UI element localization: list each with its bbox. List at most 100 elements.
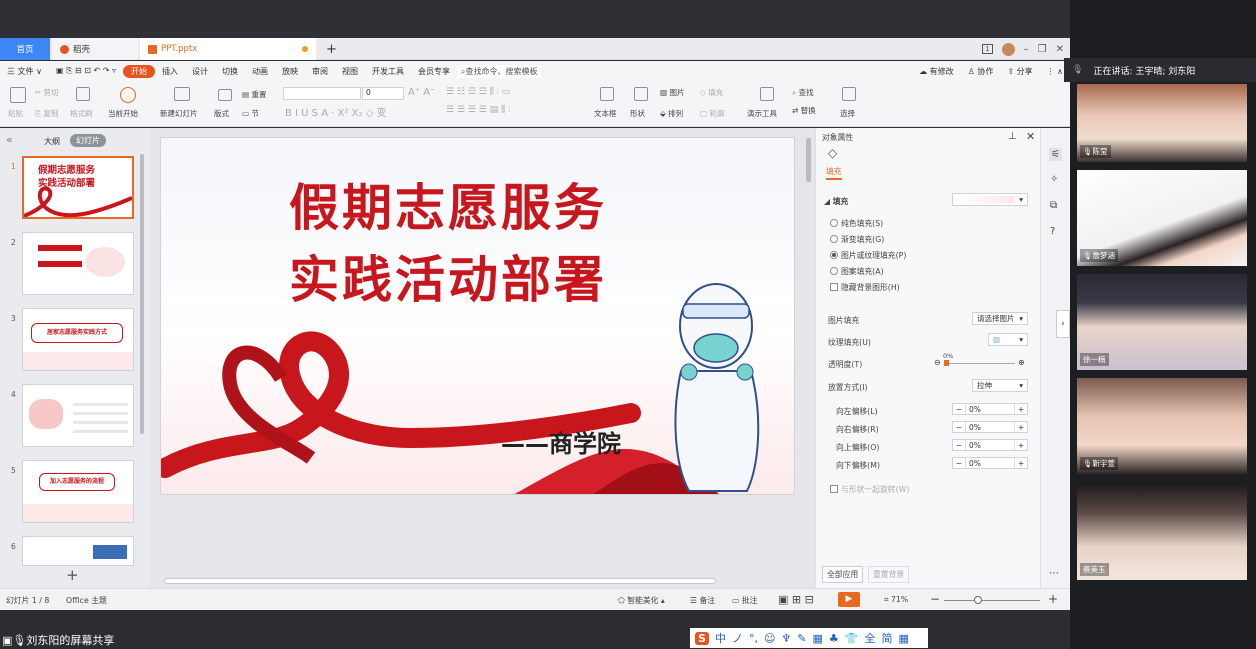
menu-tab-home[interactable]: 开始 bbox=[123, 64, 155, 78]
new-slide-icon[interactable] bbox=[174, 87, 190, 101]
quick-save-icon[interactable]: ▣ ⎘ ⊟ ⊡ ↶ ↷ ▿ bbox=[49, 66, 123, 76]
video-tile[interactable]: 🎙詹梦涵 bbox=[1077, 170, 1247, 266]
zoom-out-icon[interactable]: − bbox=[930, 592, 940, 606]
ime-emoji-icon[interactable]: ☺ bbox=[764, 632, 775, 645]
pattern-fill-radio[interactable]: 图案填充(A) bbox=[830, 266, 884, 277]
sogou-logo-icon[interactable]: S bbox=[695, 631, 709, 645]
smart-beautify-button[interactable]: ⬠ 智能美化 ▴ bbox=[618, 595, 665, 606]
restore-icon[interactable]: ❐ bbox=[1038, 44, 1047, 55]
select-icon[interactable] bbox=[842, 87, 856, 101]
paste-icon[interactable] bbox=[10, 87, 26, 103]
add-slide-button[interactable]: + bbox=[66, 566, 79, 584]
outline-tab[interactable]: 大纲 bbox=[44, 136, 60, 147]
list-format-icons[interactable]: ☰ ☷ ☲ ☲ ⫼ ⦙ ▭ bbox=[446, 87, 510, 97]
shape-button[interactable]: 形状 bbox=[630, 108, 645, 119]
plus-icon[interactable]: + bbox=[1015, 422, 1027, 432]
tab-docer[interactable]: 稻壳 bbox=[52, 38, 138, 60]
texture-select[interactable]: ▨ ▾ bbox=[988, 333, 1028, 346]
menu-tab-member[interactable]: 会员专享 bbox=[411, 66, 457, 77]
play-slideshow-icon[interactable]: ▶ bbox=[838, 592, 860, 607]
ime-pen-icon[interactable]: ✎ bbox=[797, 632, 806, 645]
notes-button[interactable]: ☰ 备注 bbox=[690, 595, 715, 606]
new-tab-button[interactable]: + bbox=[318, 38, 345, 60]
ime-keyboard-icon[interactable]: ▦ bbox=[813, 632, 823, 645]
canvas-horizontal-scrollbar[interactable] bbox=[164, 578, 716, 584]
command-search-box[interactable]: ⌕查找命令、搜索模板 bbox=[457, 64, 542, 78]
avatar[interactable] bbox=[1001, 42, 1015, 56]
align-icons[interactable]: ☰ ☰ ☰ ☰ ▤ ⫼ ⦙ bbox=[446, 105, 510, 115]
fill-color-select[interactable]: ▾ bbox=[952, 193, 1028, 206]
ime-mode-toggle[interactable]: 中 bbox=[715, 630, 726, 646]
edit-status-button[interactable]: ☁ 有修改 bbox=[912, 66, 961, 77]
slide-thumb-1[interactable]: 假期志愿服务 实践活动部署 bbox=[22, 156, 134, 219]
ime-simplified-toggle[interactable]: 简 bbox=[881, 630, 892, 646]
font-size-select[interactable]: 0 bbox=[362, 87, 404, 100]
video-tile[interactable]: 🎙陈莹 bbox=[1077, 84, 1247, 162]
plus-icon[interactable]: + bbox=[1015, 404, 1027, 414]
tab-ppt-file[interactable]: PPT.pptx bbox=[140, 38, 316, 60]
reset-background-button[interactable]: 重置背景 bbox=[868, 566, 910, 583]
plus-icon[interactable]: + bbox=[1015, 458, 1027, 468]
slide-thumb-6[interactable] bbox=[22, 536, 134, 566]
solid-fill-radio[interactable]: 纯色填充(S) bbox=[830, 218, 883, 229]
help-icon[interactable]: ? bbox=[1050, 226, 1055, 237]
offset-right-value[interactable]: 0% bbox=[965, 422, 1015, 432]
layout-button[interactable]: 版式 bbox=[214, 108, 229, 119]
ime-grid-icon[interactable]: ▦ bbox=[898, 632, 908, 645]
fill-bucket-icon[interactable]: ◇ bbox=[828, 146, 837, 160]
pin-icon[interactable]: ⊥ bbox=[1008, 131, 1017, 142]
reset-button[interactable]: ▤ 重置 bbox=[242, 89, 266, 100]
ime-skin-icon[interactable]: 👕 bbox=[845, 632, 859, 645]
video-tile[interactable]: 🎙靳宇萱 bbox=[1077, 378, 1247, 474]
offset-right-stepper[interactable]: −0% + bbox=[952, 421, 1028, 433]
ime-moon-icon[interactable]: ノ bbox=[732, 630, 743, 646]
font-family-select[interactable] bbox=[283, 87, 361, 100]
offset-up-value[interactable]: 0% bbox=[965, 440, 1015, 450]
start-from-current-button[interactable]: 当前开始 bbox=[108, 108, 138, 119]
hide-background-checkbox[interactable]: 隐藏背景图形(H) bbox=[830, 282, 900, 293]
rotate-with-shape-checkbox[interactable]: 与形状一起旋转(W) bbox=[830, 484, 909, 495]
slider-plus-icon[interactable]: ⊕ bbox=[1018, 358, 1025, 367]
thumb-scrollbar[interactable] bbox=[140, 154, 144, 434]
minus-icon[interactable]: − bbox=[953, 458, 965, 468]
slide-thumb-3[interactable]: 居家志愿服务实践方式 bbox=[22, 308, 134, 371]
new-slide-button[interactable]: 新建幻灯片 bbox=[160, 108, 198, 119]
slide-thumb-2[interactable] bbox=[22, 232, 134, 295]
slide-thumb-4[interactable] bbox=[22, 384, 134, 447]
slide-1[interactable]: 假期志愿服务 实践活动部署 ——商学院 bbox=[160, 137, 795, 495]
zoom-slider-thumb[interactable] bbox=[974, 596, 982, 604]
minimize-icon[interactable]: – bbox=[1024, 44, 1029, 55]
choose-picture-select[interactable]: 请选择图片 ▾ bbox=[972, 312, 1028, 325]
presentation-tools-icon[interactable] bbox=[760, 87, 774, 101]
picture-fill-radio[interactable]: 图片或纹理填充(P) bbox=[830, 250, 906, 261]
layers-icon[interactable]: ⧉ bbox=[1050, 200, 1057, 211]
slider-thumb[interactable] bbox=[944, 360, 949, 366]
expand-pane-icon[interactable]: › bbox=[1056, 310, 1070, 338]
transparency-slider[interactable]: ⊖ 0% ⊕ bbox=[934, 352, 1028, 368]
fill-section-header[interactable]: ◢ 填充 bbox=[824, 196, 848, 207]
layout-icon[interactable] bbox=[218, 89, 232, 101]
slide-thumb-5[interactable]: 加入志愿服务的流程 bbox=[22, 460, 134, 523]
section-button[interactable]: ▭ 节 bbox=[242, 108, 259, 119]
file-menu[interactable]: 三 文件 ∨ bbox=[0, 66, 49, 77]
slides-tab[interactable]: 幻灯片 bbox=[70, 134, 106, 147]
canvas-vertical-scrollbar[interactable] bbox=[806, 138, 811, 182]
textbox-button[interactable]: 文本框 bbox=[594, 108, 617, 119]
magic-icon[interactable]: ✧ bbox=[1050, 174, 1058, 185]
tab-count-icon[interactable]: 1 bbox=[982, 44, 993, 54]
offset-down-stepper[interactable]: −0% + bbox=[952, 457, 1028, 469]
play-icon[interactable] bbox=[120, 87, 136, 103]
zoom-fit-icon[interactable]: ⌗ 71% bbox=[884, 595, 908, 605]
collapse-panel-icon[interactable]: « bbox=[6, 133, 13, 146]
presentation-tools-button[interactable]: 演示工具 bbox=[747, 108, 777, 119]
apply-all-button[interactable]: 全部应用 bbox=[822, 566, 864, 583]
shape-icon[interactable] bbox=[634, 87, 648, 101]
plus-icon[interactable]: + bbox=[1015, 440, 1027, 450]
cut-button[interactable]: ✂ 剪切 bbox=[35, 87, 59, 98]
more-icon[interactable]: ⋯ bbox=[1049, 568, 1059, 579]
zoom-slider[interactable] bbox=[944, 600, 1040, 601]
ime-user-icon[interactable]: ♣ bbox=[829, 632, 839, 645]
menu-tab-insert[interactable]: 插入 bbox=[155, 66, 185, 77]
offset-down-value[interactable]: 0% bbox=[965, 458, 1015, 468]
gradient-fill-radio[interactable]: 渐变填充(G) bbox=[830, 234, 884, 245]
